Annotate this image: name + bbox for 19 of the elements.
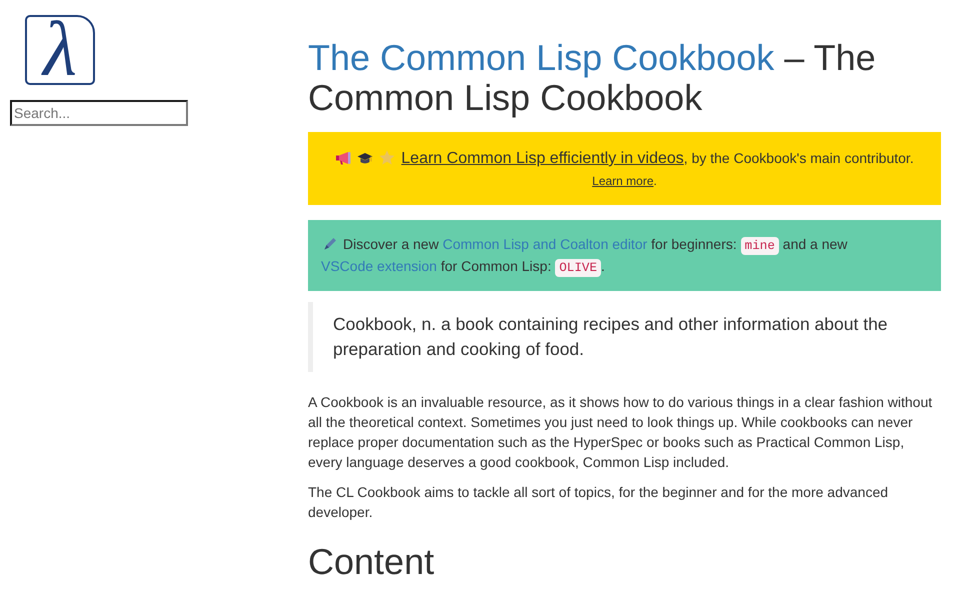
pen-icon: [324, 237, 337, 250]
link[interactable]: Learn Common Lisp efficiently in videos: [401, 150, 684, 167]
announcement-text: Learn more.: [591, 173, 658, 190]
megaphone-icon: [335, 151, 352, 165]
graduation-cap-icon: [357, 151, 374, 165]
notice-text: Discover a new Common Lisp and Coalton editor for beginners: mine and a new VSCode extension for Common Lisp: OLIVE .: [321, 235, 848, 278]
body-paragraph: A Cookbook is an invaluable resource, as it shows how to do various things in a clear fashion without all the theoretical context. Sometimes you just need to look things up. While cookbooks can never replace proper documentation such as the HyperSpec or books such as Practical Common Lisp, every language deserves a good cookbook, Common Lisp included.: [308, 393, 934, 472]
title-link[interactable]: The Common Lisp Cookbook: [308, 37, 774, 78]
search-field[interactable]: Search...: [10, 100, 188, 126]
star-icon: [379, 150, 396, 165]
page-title: The Common Lisp Cookbook – The Common Lisp Cookbook: [308, 38, 877, 118]
inline-code: mine: [740, 237, 779, 255]
blockquote: Cookbook, n. a book containing recipes and other information about the preparation and cooking of food.: [308, 302, 941, 372]
link[interactable]: Learn more: [592, 174, 654, 188]
announcement-text: Learn Common Lisp efficiently in videos, by the Cookbook's main contributor.: [323, 147, 926, 170]
section-heading: Content: [308, 542, 436, 582]
body-paragraph: The CL Cookbook aims to tackle all sort of topics, for the beginner and for the more advanced developer.: [308, 483, 890, 522]
logo[interactable]: λ: [25, 15, 95, 85]
inline-code: OLIVE: [555, 259, 602, 277]
